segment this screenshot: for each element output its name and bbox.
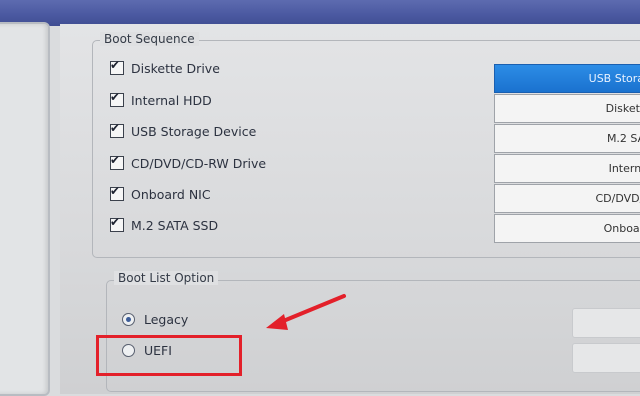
boot-device-onboard-nic[interactable]: ✔ Onboard NIC [110, 184, 211, 203]
boot-device-label: Internal HDD [131, 92, 212, 108]
boot-device-cd-dvd[interactable]: ✔ CD/DVD/CD-RW Drive [110, 153, 267, 172]
checkbox-onboard-nic[interactable]: ✔ [110, 184, 124, 201]
check-icon: ✔ [110, 184, 121, 198]
boot-order-item[interactable]: USB Storag [494, 64, 640, 93]
delete-boot-option-button[interactable] [572, 343, 640, 373]
boot-sequence-title: Boot Sequence [100, 32, 199, 46]
boot-device-m2-sata[interactable]: ✔ M.2 SATA SSD [110, 215, 219, 234]
boot-order-item[interactable]: M.2 SAT [494, 124, 640, 153]
boot-order-item[interactable]: Diskette [494, 94, 640, 123]
add-boot-option-button[interactable] [572, 308, 640, 338]
boot-device-internal-hdd[interactable]: ✔ Internal HDD [110, 90, 212, 109]
boot-device-label: USB Storage Device [131, 123, 257, 139]
radio-legacy-option[interactable]: Legacy [122, 310, 188, 328]
checkbox-usb-storage[interactable]: ✔ [110, 121, 124, 138]
boot-order-item[interactable]: Internal [494, 154, 640, 183]
checkbox-diskette[interactable]: ✔ [110, 58, 124, 75]
red-arrow-icon [266, 294, 346, 330]
left-nav-panel [0, 22, 50, 396]
highlight-box [96, 335, 242, 376]
boot-order-list: USB Storag Diskette M.2 SAT Internal CD/… [494, 64, 640, 244]
boot-device-label: Onboard NIC [131, 186, 211, 202]
radio-label: Legacy [144, 311, 189, 327]
boot-device-usb-storage[interactable]: ✔ USB Storage Device [110, 121, 257, 140]
check-icon: ✔ [110, 58, 121, 72]
boot-list-option-title: Boot List Option [114, 271, 219, 285]
boot-device-label: CD/DVD/CD-RW Drive [131, 155, 267, 171]
checkbox-m2-sata[interactable]: ✔ [110, 215, 124, 232]
boot-device-label: M.2 SATA SSD [131, 217, 219, 233]
check-icon: ✔ [110, 153, 121, 167]
check-icon: ✔ [110, 90, 121, 104]
checkbox-internal-hdd[interactable]: ✔ [110, 90, 124, 107]
boot-device-label: Diskette Drive [131, 60, 220, 76]
title-bar [0, 0, 640, 26]
check-icon: ✔ [110, 121, 121, 135]
check-icon: ✔ [110, 215, 121, 229]
boot-order-item[interactable]: Onboard [494, 214, 640, 243]
boot-order-item[interactable]: CD/DVD/C [494, 184, 640, 213]
boot-device-diskette[interactable]: ✔ Diskette Drive [110, 58, 220, 77]
radio-legacy[interactable] [122, 312, 135, 326]
checkbox-cd-dvd[interactable]: ✔ [110, 153, 124, 170]
